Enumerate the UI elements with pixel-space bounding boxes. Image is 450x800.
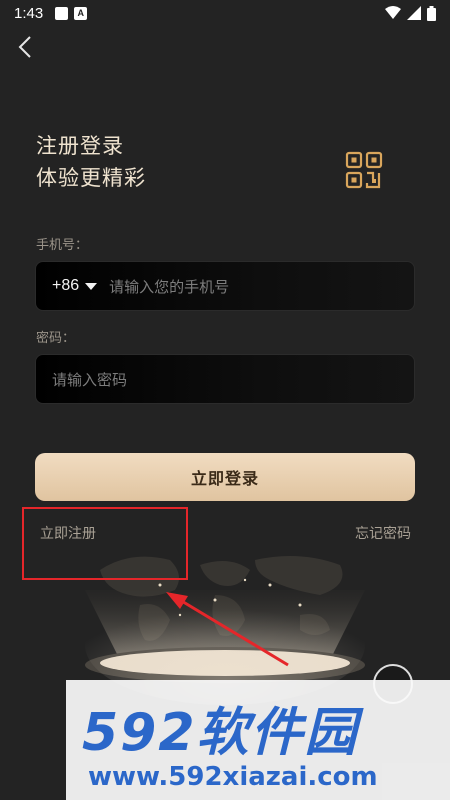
- caret-down-icon: [85, 282, 98, 290]
- phone-label: 手机号：: [36, 238, 89, 253]
- country-code-value: +86: [52, 277, 80, 294]
- wifi-icon: [385, 6, 401, 19]
- forgot-password-link[interactable]: 忘记密码: [355, 523, 411, 543]
- status-time: 1:43: [14, 4, 44, 22]
- register-highlight-box: [22, 507, 188, 580]
- notification-icon: [55, 6, 69, 20]
- qr-login-button[interactable]: [345, 151, 383, 189]
- status-bar: 1:43 A: [0, 0, 450, 26]
- title-line-1: 注册登录: [36, 134, 124, 158]
- title-line-2: 体验更精彩: [36, 166, 146, 190]
- register-link[interactable]: 立即注册: [40, 523, 96, 543]
- watermark: 592软件园 www.592xiazai.com: [66, 680, 450, 800]
- qr-code-icon: [345, 151, 383, 189]
- page-title: 注册登录 体验更精彩: [36, 130, 146, 194]
- login-button[interactable]: 立即登录: [35, 453, 415, 501]
- watermark-url: www.592xiazai.com: [88, 762, 378, 792]
- password-placeholder: 请输入密码: [52, 370, 128, 389]
- battery-icon: [427, 5, 436, 21]
- country-code-select[interactable]: +86: [52, 277, 98, 295]
- phone-input[interactable]: +86 请输入您的手机号: [35, 261, 415, 311]
- watermark-brand: 592软件园: [82, 703, 359, 763]
- back-arrow-icon: [18, 36, 31, 58]
- status-icons: [385, 5, 436, 21]
- phone-placeholder: 请输入您的手机号: [109, 277, 230, 296]
- password-label: 密码：: [36, 331, 76, 346]
- signal-icon: [407, 6, 421, 20]
- a-notification-icon: A: [74, 6, 88, 20]
- password-input[interactable]: 请输入密码: [35, 354, 415, 404]
- back-button[interactable]: [12, 34, 38, 60]
